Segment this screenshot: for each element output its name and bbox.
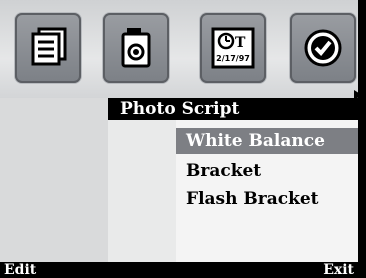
menu-item-flash-bracket[interactable]: Flash Bracket bbox=[176, 186, 358, 212]
menu-list-tile[interactable] bbox=[15, 13, 81, 83]
mid-panel bbox=[108, 120, 176, 262]
checkmark-tile[interactable] bbox=[290, 13, 356, 83]
camera-screen: T 2/17/97 Photo Script White Balance Bra… bbox=[0, 0, 366, 278]
exit-softkey[interactable]: Exit bbox=[323, 262, 354, 278]
menu-item-bracket[interactable]: Bracket bbox=[176, 158, 358, 184]
menu-item-white-balance[interactable]: White Balance bbox=[176, 128, 358, 154]
date-time-tile[interactable]: T 2/17/97 bbox=[200, 13, 266, 83]
camera-tile[interactable] bbox=[103, 13, 169, 83]
date-time-icon-date: 2/17/97 bbox=[216, 54, 250, 63]
menu-list-icon bbox=[31, 27, 67, 66]
date-time-icon: T 2/17/97 bbox=[211, 27, 255, 69]
checkmark-icon bbox=[304, 29, 342, 67]
mode-icon-bar: T 2/17/97 bbox=[0, 0, 362, 100]
date-time-icon-letter: T bbox=[235, 35, 246, 51]
menu-title: Photo Script bbox=[108, 98, 358, 120]
edit-softkey[interactable]: Edit bbox=[4, 262, 36, 278]
camera-icon bbox=[121, 28, 151, 68]
softkey-bar: Edit Exit bbox=[0, 262, 366, 278]
left-panel bbox=[0, 98, 108, 262]
